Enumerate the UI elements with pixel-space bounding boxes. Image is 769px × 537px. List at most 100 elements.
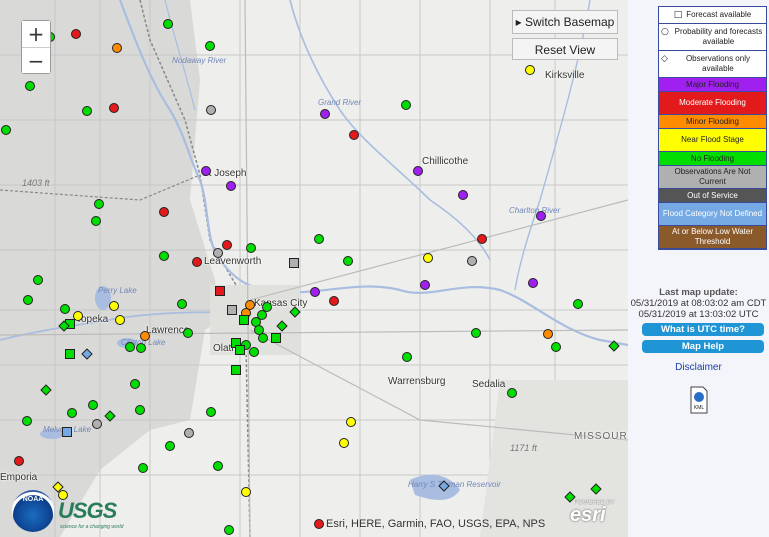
gauge-circle-notcurrent[interactable] [184, 428, 194, 438]
gauge-diamond-none[interactable] [40, 384, 52, 396]
gauge-circle-moderate[interactable] [222, 240, 232, 250]
gauge-square-none[interactable] [239, 315, 249, 325]
gauge-circle-none[interactable] [138, 463, 148, 473]
gauge-circle-moderate[interactable] [329, 296, 339, 306]
gauge-circle-moderate[interactable] [14, 456, 24, 466]
gauge-circle-none[interactable] [257, 310, 267, 320]
gauge-circle-minor[interactable] [112, 43, 122, 53]
gauge-diamond-none[interactable] [289, 306, 301, 318]
gauge-circle-none[interactable] [88, 400, 98, 410]
gauge-circle-none[interactable] [91, 216, 101, 226]
gauge-circle-notcurrent[interactable] [467, 256, 477, 266]
gauge-diamond-undefined[interactable] [81, 348, 93, 360]
gauge-diamond-none[interactable] [590, 483, 602, 495]
gauge-circle-none[interactable] [94, 199, 104, 209]
gauge-circle-none[interactable] [159, 251, 169, 261]
gauge-square-undefined[interactable] [62, 427, 72, 437]
gauge-circle-moderate[interactable] [314, 519, 324, 529]
map-help-button[interactable]: Map Help [642, 340, 764, 353]
gauge-circle-none[interactable] [262, 302, 272, 312]
gauge-circle-major[interactable] [226, 181, 236, 191]
gauge-circle-major[interactable] [320, 109, 330, 119]
gauge-circle-none[interactable] [177, 299, 187, 309]
gauge-circle-none[interactable] [22, 416, 32, 426]
gauge-circle-moderate[interactable] [477, 234, 487, 244]
gauge-circle-moderate[interactable] [71, 29, 81, 39]
gauge-circle-moderate[interactable] [159, 207, 169, 217]
gauge-square-moderate[interactable] [215, 286, 225, 296]
gauge-circle-moderate[interactable] [192, 257, 202, 267]
gauge-diamond-none[interactable] [104, 410, 116, 422]
gauge-circle-none[interactable] [258, 333, 268, 343]
gauge-circle-minor[interactable] [543, 329, 553, 339]
gauge-circle-major[interactable] [310, 287, 320, 297]
gauge-circle-none[interactable] [507, 388, 517, 398]
zoom-out-button[interactable]: − [22, 47, 50, 73]
gauge-circle-none[interactable] [314, 234, 324, 244]
gauge-circle-near[interactable] [346, 417, 356, 427]
gauge-circle-none[interactable] [551, 342, 561, 352]
gauge-circle-none[interactable] [130, 379, 140, 389]
gauge-square-notcurrent[interactable] [227, 305, 237, 315]
gauge-circle-none[interactable] [33, 275, 43, 285]
reset-view-button[interactable]: Reset View [512, 38, 618, 60]
gauge-circle-none[interactable] [402, 352, 412, 362]
gauge-circle-major[interactable] [458, 190, 468, 200]
gauge-circle-notcurrent[interactable] [206, 105, 216, 115]
gauge-circle-none[interactable] [67, 408, 77, 418]
gauge-square-notcurrent[interactable] [289, 258, 299, 268]
gauge-circle-none[interactable] [573, 299, 583, 309]
gauge-circle-minor[interactable] [140, 331, 150, 341]
gauge-circle-none[interactable] [213, 461, 223, 471]
gauge-circle-none[interactable] [471, 328, 481, 338]
gauge-circle-notcurrent[interactable] [213, 248, 223, 258]
gauge-circle-major[interactable] [420, 280, 430, 290]
gauge-circle-none[interactable] [23, 295, 33, 305]
gauge-circle-major[interactable] [528, 278, 538, 288]
gauge-circle-none[interactable] [343, 256, 353, 266]
gauge-circle-major[interactable] [201, 166, 211, 176]
kml-icon[interactable]: KML [688, 385, 710, 415]
gauge-circle-none[interactable] [401, 100, 411, 110]
gauge-circle-none[interactable] [224, 525, 234, 535]
gauge-circle-none[interactable] [249, 347, 259, 357]
gauge-circle-none[interactable] [183, 328, 193, 338]
gauge-diamond-none[interactable] [276, 320, 288, 332]
gauge-circle-none[interactable] [205, 41, 215, 51]
gauge-circle-none[interactable] [82, 106, 92, 116]
gauge-diamond-none[interactable] [608, 340, 620, 352]
gauge-circle-near[interactable] [525, 65, 535, 75]
gauge-square-none[interactable] [231, 365, 241, 375]
gauge-layer[interactable] [0, 0, 628, 537]
gauge-circle-none[interactable] [1, 125, 11, 135]
usgs-logo[interactable]: USGS [58, 498, 117, 524]
gauge-diamond-undefined[interactable] [438, 480, 450, 492]
gauge-circle-near[interactable] [241, 487, 251, 497]
gauge-circle-major[interactable] [413, 166, 423, 176]
noaa-logo[interactable]: NOAA [12, 490, 54, 532]
gauge-circle-none[interactable] [136, 343, 146, 353]
gauge-circle-near[interactable] [109, 301, 119, 311]
gauge-circle-none[interactable] [60, 304, 70, 314]
gauge-circle-none[interactable] [206, 407, 216, 417]
gauge-square-none[interactable] [271, 333, 281, 343]
gauge-circle-moderate[interactable] [109, 103, 119, 113]
map-view[interactable]: Kirksville St Joseph Chillicothe Leavenwort… [0, 0, 628, 537]
gauge-square-none[interactable] [235, 345, 245, 355]
gauge-circle-moderate[interactable] [349, 130, 359, 140]
gauge-circle-major[interactable] [536, 211, 546, 221]
gauge-circle-none[interactable] [125, 342, 135, 352]
gauge-circle-near[interactable] [423, 253, 433, 263]
gauge-circle-none[interactable] [163, 19, 173, 29]
utc-time-button[interactable]: What is UTC time? [642, 323, 764, 336]
gauge-circle-none[interactable] [25, 81, 35, 91]
gauge-circle-none[interactable] [165, 441, 175, 451]
disclaimer-link[interactable]: Disclaimer [628, 362, 769, 373]
gauge-circle-near[interactable] [115, 315, 125, 325]
gauge-circle-none[interactable] [135, 405, 145, 415]
gauge-circle-none[interactable] [246, 243, 256, 253]
gauge-circle-near[interactable] [339, 438, 349, 448]
esri-logo[interactable]: esri [570, 504, 606, 527]
gauge-circle-notcurrent[interactable] [92, 419, 102, 429]
switch-basemap-button[interactable]: ▸ Switch Basemap [512, 10, 618, 34]
